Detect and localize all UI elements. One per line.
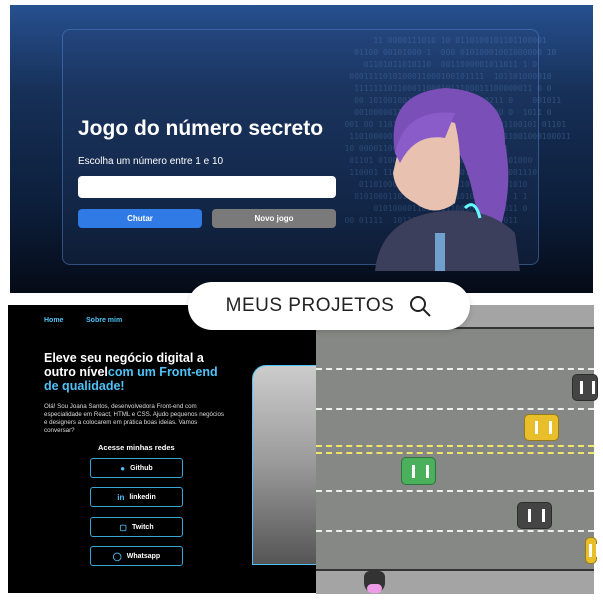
whatsapp-label: Whatsapp xyxy=(126,552,161,560)
lane-line xyxy=(316,408,594,410)
nav-about[interactable]: Sobre mim xyxy=(86,317,122,324)
linkedin-label: linkedin xyxy=(129,493,156,501)
twitch-button[interactable]: ▢ Twitch xyxy=(90,517,183,537)
center-line xyxy=(316,452,594,454)
twitch-icon: ▢ xyxy=(119,522,127,532)
social-title: Acesse minhas redes xyxy=(98,443,175,452)
number-prompt: Escolha um número entre 1 e 10 xyxy=(78,156,224,167)
profile-photo xyxy=(252,365,318,565)
car-gray xyxy=(572,374,598,401)
nav-home[interactable]: Home xyxy=(44,317,63,324)
game-title: Jogo do número secreto xyxy=(78,117,324,140)
character-illustration xyxy=(375,88,520,271)
linkedin-button[interactable]: in linkedin xyxy=(90,487,183,507)
car-yellow xyxy=(524,414,559,441)
lane-line xyxy=(316,368,594,370)
projects-banner: MEUS PROJETOS xyxy=(188,282,470,330)
portfolio-screenshot: Home Sobre mim Eleve seu negócio digital… xyxy=(8,305,318,593)
lane-line xyxy=(316,490,594,492)
twitch-label: Twitch xyxy=(131,523,154,531)
whatsapp-button[interactable]: ◯ Whatsapp xyxy=(90,546,183,566)
hero-headline: Eleve seu negócio digital a outro nívelc… xyxy=(44,351,234,393)
projects-label: MEUS PROJETOS xyxy=(225,295,395,316)
guess-button[interactable]: Chutar xyxy=(78,209,202,228)
github-icon: ● xyxy=(120,463,126,473)
road-crossing-game xyxy=(316,305,599,594)
github-label: Github xyxy=(130,464,153,472)
car-green xyxy=(401,457,436,485)
cow-player xyxy=(364,571,385,593)
lane-line xyxy=(316,530,594,532)
number-game-screenshot: 11 0000111010 10 0110100101101100001 011… xyxy=(10,5,593,293)
car-gray xyxy=(517,502,552,529)
github-button[interactable]: ● Github xyxy=(90,458,183,478)
car-yellow xyxy=(585,537,599,564)
linkedin-icon: in xyxy=(117,492,125,502)
search-icon[interactable] xyxy=(408,294,432,318)
number-input[interactable] xyxy=(78,176,336,198)
center-line xyxy=(316,445,594,447)
new-game-button[interactable]: Novo jogo xyxy=(212,209,336,228)
whatsapp-icon: ◯ xyxy=(112,551,122,561)
hero-description: Olá! Sou Joana Santos, desenvolvedora Fr… xyxy=(44,403,225,434)
road xyxy=(316,327,599,571)
